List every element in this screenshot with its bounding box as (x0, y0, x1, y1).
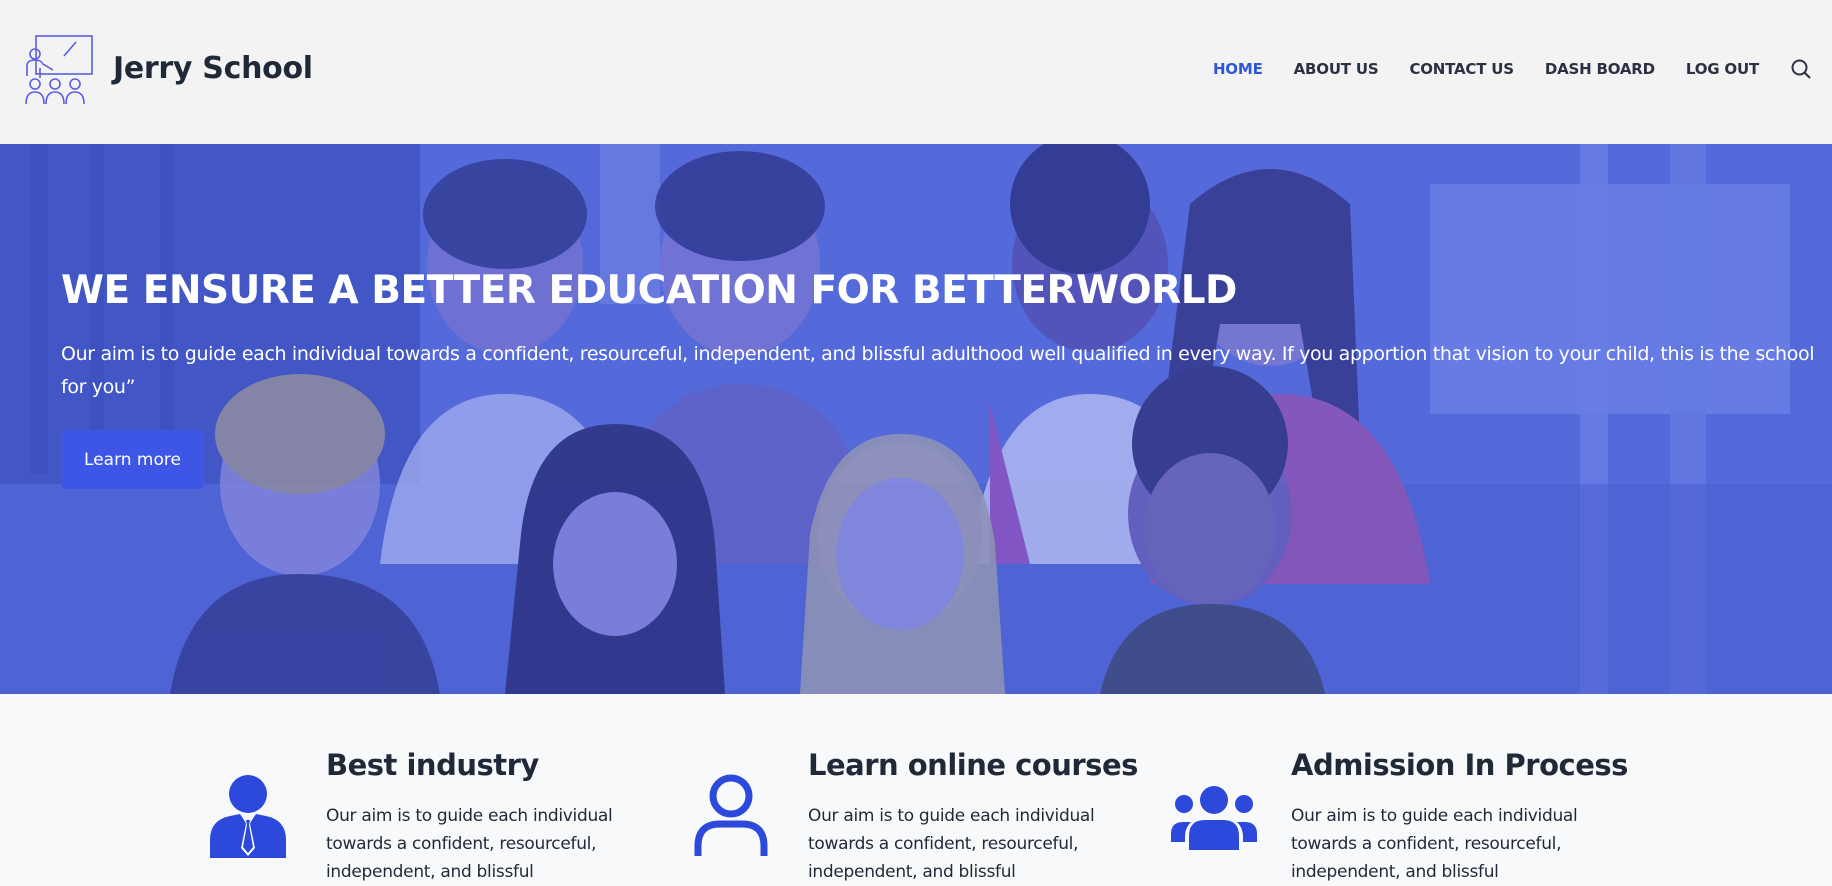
feature-text: Our aim is to guide each individual towa… (1291, 806, 1578, 882)
hero-description: Our aim is to guide each individual towa… (61, 343, 1815, 398)
features-section: Best industry Our aim is to guide each i… (0, 694, 1832, 882)
feature-title: Admission In Process (1291, 748, 1628, 782)
feature-text: Our aim is to guide each individual towa… (808, 806, 1095, 882)
feature-admission: Admission In Process Our aim is to guide… (1160, 694, 1832, 882)
user-outline-icon (693, 774, 769, 863)
nav-home[interactable]: HOME (1213, 60, 1263, 78)
businessman-icon (210, 774, 286, 863)
nav-log-out[interactable]: LOG OUT (1686, 60, 1759, 78)
site-header: Jerry School HOME ABOUT US CONTACT US DA… (0, 0, 1832, 144)
feature-online-courses: Learn online courses Our aim is to guide… (640, 694, 1160, 882)
nav-about-us[interactable]: ABOUT US (1294, 60, 1379, 78)
feature-text: Our aim is to guide each individual towa… (326, 806, 613, 882)
learn-more-button[interactable]: Learn more (61, 430, 204, 489)
hero-overlay (0, 144, 1832, 694)
nav-contact-us[interactable]: CONTACT US (1409, 60, 1514, 78)
feature-title: Best industry (326, 748, 539, 782)
hero-banner: WE ENSURE A BETTER EDUCATION FOR BETTERW… (0, 144, 1832, 694)
search-icon[interactable] (1790, 58, 1812, 80)
group-icon (1171, 786, 1257, 855)
hero-title: WE ENSURE A BETTER EDUCATION FOR BETTERW… (61, 268, 1237, 313)
main-nav: HOME ABOUT US CONTACT US DASH BOARD LOG … (1213, 59, 1832, 79)
nav-dash-board[interactable]: DASH BOARD (1545, 60, 1655, 78)
feature-best-industry: Best industry Our aim is to guide each i… (0, 694, 640, 882)
site-title[interactable]: Jerry School (113, 51, 313, 86)
feature-title: Learn online courses (808, 748, 1138, 782)
classroom-teacher-icon[interactable] (24, 34, 94, 105)
